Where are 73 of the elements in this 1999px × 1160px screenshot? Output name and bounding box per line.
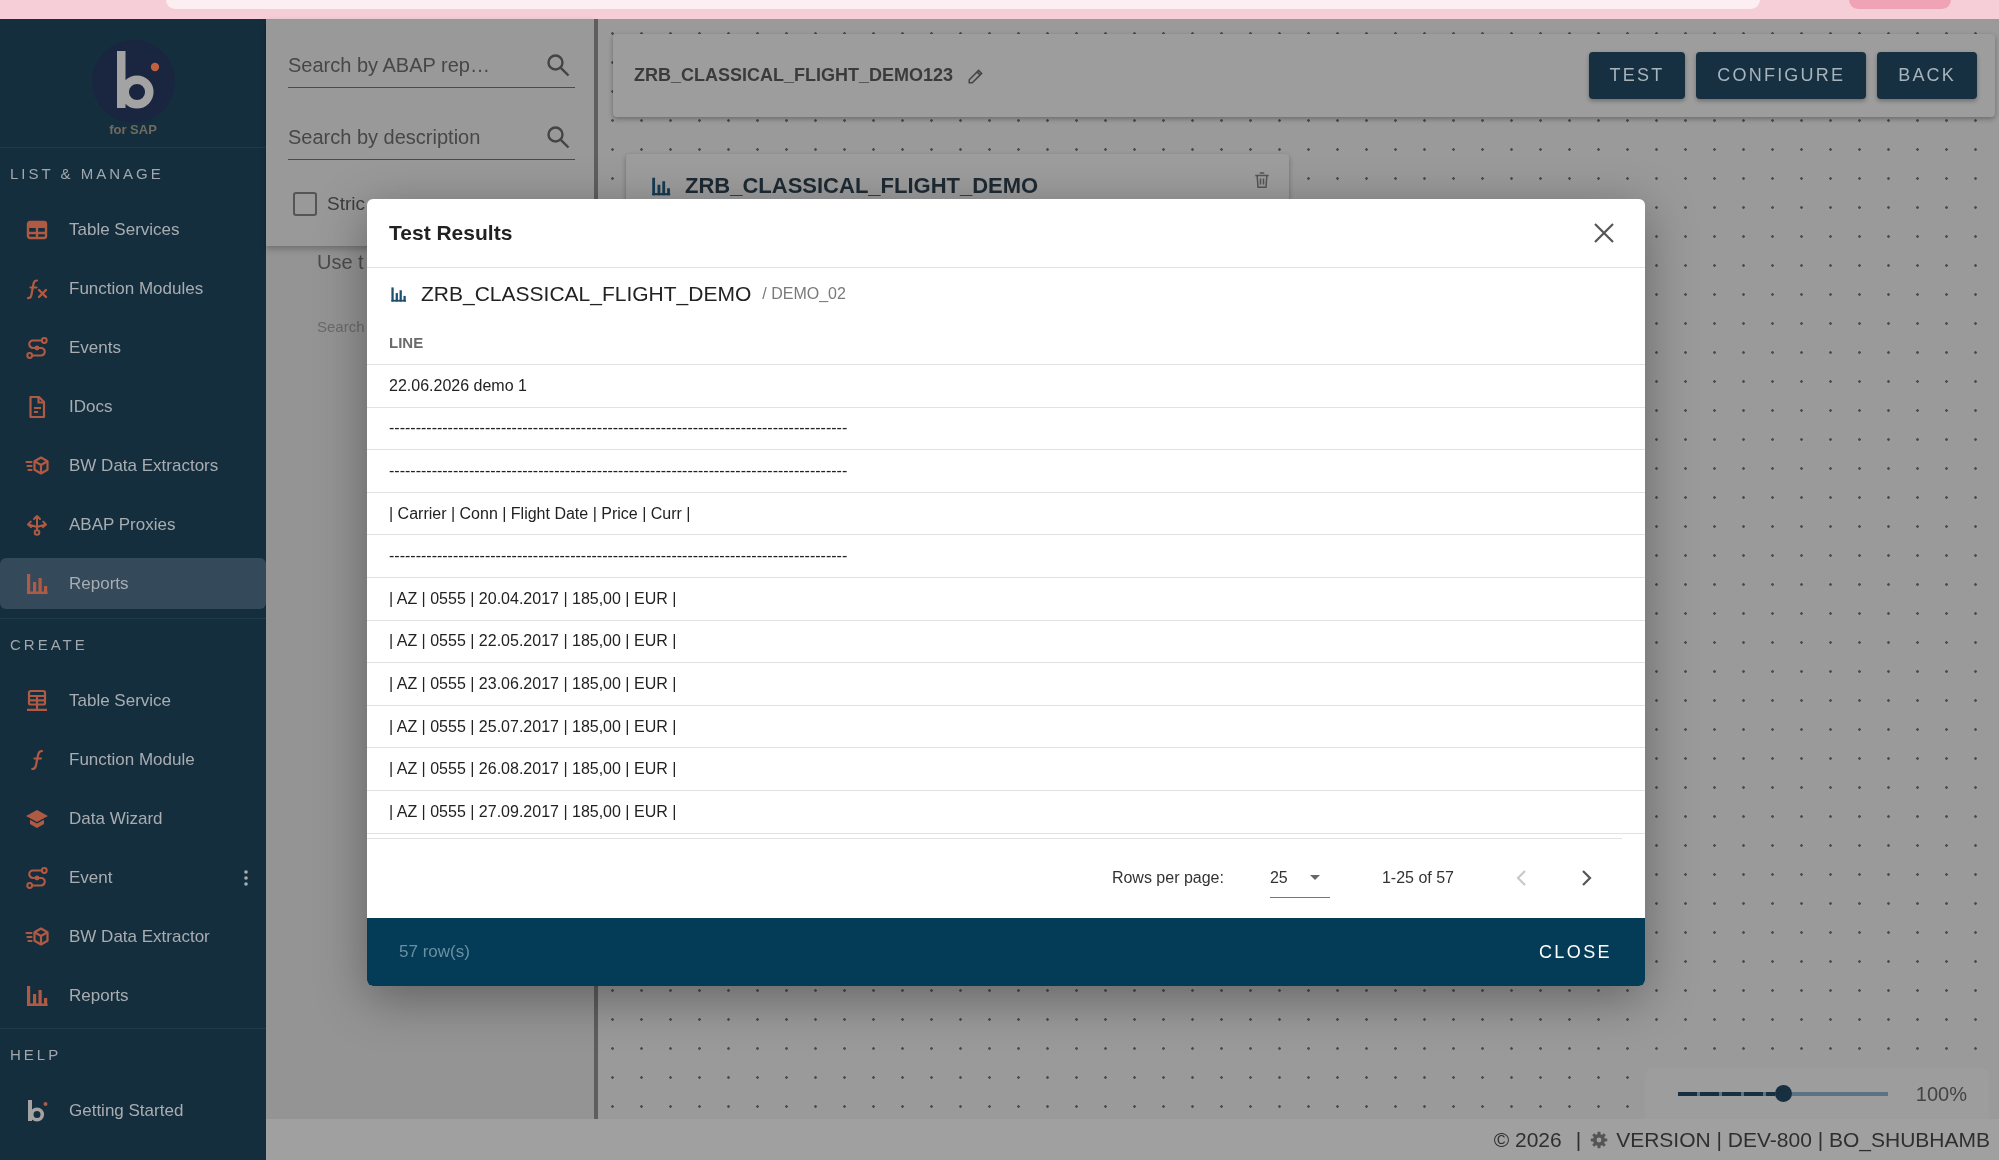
dialog-close-button[interactable]: CLOSE <box>1538 938 1612 966</box>
sidebar-item[interactable]: BW Data Extractor <box>0 911 266 962</box>
section-title: LIST & MANAGE <box>10 163 164 184</box>
copyright: © 2026 <box>1493 1126 1562 1153</box>
sidebar-item[interactable]: ABAP Proxies <box>0 499 266 550</box>
trash-icon[interactable] <box>1253 171 1271 189</box>
sidebar-item[interactable]: Table Services <box>0 204 266 255</box>
table-cell-text: | AZ | 0555 | 25.07.2017 | 185,00 | EUR | <box>389 716 677 737</box>
version-info: VERSION | DEV-800 | BO_SHUBHAMB <box>1616 1126 1990 1154</box>
search-field[interactable]: Search by ABAP rep… <box>288 49 538 80</box>
action-button[interactable]: TEST <box>1588 52 1686 99</box>
zoom-reading: 100% <box>1915 1081 1967 1107</box>
separator: | <box>1575 1126 1582 1153</box>
search-field[interactable]: Search by description <box>288 121 538 152</box>
sidebar-item[interactable]: Getting Started <box>0 1085 266 1136</box>
logo-icon <box>91 40 175 123</box>
page-range: 1-25 of 57 <box>1381 868 1454 889</box>
section-title: HELP <box>10 1044 62 1065</box>
bar-chart-icon <box>25 983 49 1008</box>
close-icon <box>1594 223 1614 243</box>
sidebar-item[interactable]: IDocs <box>0 381 266 432</box>
chevron-right-icon <box>1582 870 1592 887</box>
sidebar-item[interactable]: BW Data Extractors <box>0 440 266 491</box>
sidebar-item[interactable]: Function Module <box>0 734 266 785</box>
sidebar-item[interactable]: Function Modules <box>0 263 266 314</box>
action-button[interactable]: CONFIGURE <box>1696 52 1867 99</box>
function-icon <box>25 276 49 301</box>
table-cell-text: | AZ | 0555 | 22.05.2017 | 185,00 | EUR | <box>389 631 677 652</box>
sidebar-item[interactable]: Event <box>0 852 266 903</box>
checkbox-label: Stric <box>327 191 365 216</box>
dialog-title: Test Results <box>389 220 513 247</box>
table-cell-text: -------------------------------------------------------------------------------------- <box>389 418 848 439</box>
route-icon <box>25 335 49 360</box>
table-cell-text: | AZ | 0555 | 23.06.2017 | 185,00 | EUR | <box>389 673 677 694</box>
sidebar-item[interactable]: Events <box>0 322 266 373</box>
rows-per-page-label: Rows per page: <box>1111 868 1224 889</box>
checkbox[interactable] <box>293 192 317 216</box>
bar-chart-icon <box>389 285 408 303</box>
row-count: 57 row(s) <box>399 941 470 964</box>
bar-chart-icon <box>650 176 672 197</box>
page-title: ZRB_CLASSICAL_FLIGHT_DEMO123 <box>634 64 954 87</box>
chevron-left-icon <box>1516 870 1526 887</box>
table-cell-text: 22.06.2026 demo 1 <box>389 375 527 396</box>
table-cell-text: | AZ | 0555 | 26.08.2017 | 185,00 | EUR | <box>389 759 677 780</box>
sidebar-item[interactable]: Data Wizard <box>0 793 266 844</box>
caret-icon <box>1309 875 1320 881</box>
logo-caption: for SAP <box>109 123 157 137</box>
sidebar-item[interactable]: Table Service <box>0 675 266 726</box>
pencil-icon[interactable] <box>967 66 986 85</box>
table-cell-text: -------------------------------------------------------------------------------------- <box>389 546 848 567</box>
search-icon <box>546 52 570 77</box>
table-cell-text: | Carrier | Conn | Flight Date | Price | Curr | <box>389 503 691 524</box>
more-icon[interactable] <box>244 869 248 886</box>
rows-per-page-select[interactable]: 25 <box>1269 858 1330 899</box>
bar-chart-icon <box>25 571 49 596</box>
column-header: LINE <box>389 332 424 353</box>
table-cell-text: | AZ | 0555 | 20.04.2017 | 185,00 | EUR | <box>389 588 677 609</box>
table-icon <box>25 688 49 713</box>
sidebar-item[interactable]: Reports <box>0 970 266 1021</box>
action-button[interactable]: BACK <box>1877 52 1977 99</box>
hint-text: Use t <box>317 250 364 274</box>
node-title: ZRB_CLASSICAL_FLIGHT_DEMO <box>685 174 1039 198</box>
table-cell-text: | AZ | 0555 | 27.09.2017 | 185,00 | EUR | <box>389 801 677 822</box>
slider-thumb[interactable] <box>1774 1085 1792 1102</box>
report-name: ZRB_CLASSICAL_FLIGHT_DEMO <box>421 281 752 308</box>
section-title: CREATE <box>10 634 88 655</box>
route-icon <box>25 865 49 890</box>
logo-icon <box>25 1098 49 1123</box>
report-variant: / DEMO_02 <box>762 284 846 304</box>
sidebar-item[interactable]: Reports <box>0 558 266 609</box>
arrows-icon <box>25 512 49 537</box>
search-icon <box>546 124 570 149</box>
table-cell-text: -------------------------------------------------------------------------------------- <box>389 461 848 481</box>
